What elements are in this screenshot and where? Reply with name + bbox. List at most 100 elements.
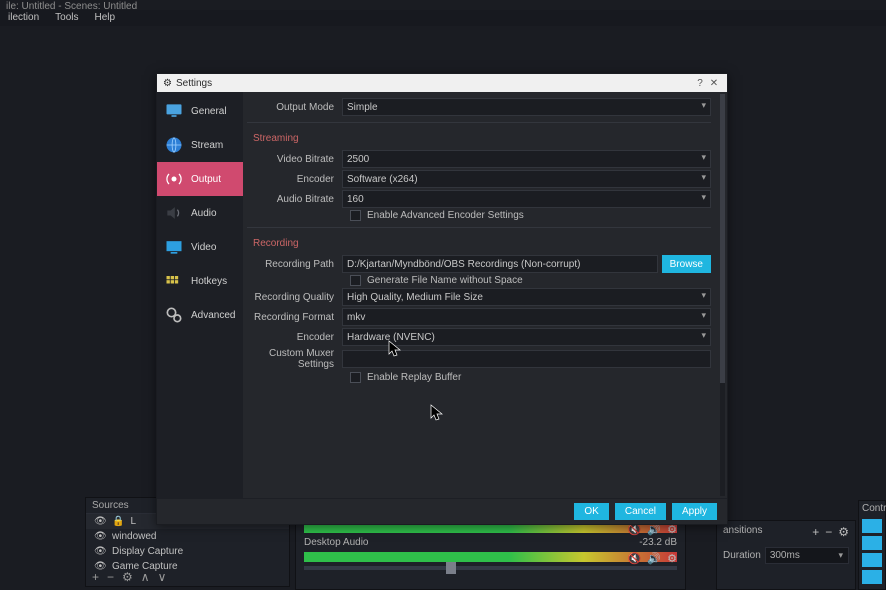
sources-footer: + − ⚙ ∧ ∨	[86, 568, 289, 586]
app-title: ile: Untitled - Scenes: Untitled	[6, 1, 137, 12]
source-up-button[interactable]: ∧	[141, 570, 150, 584]
control-button[interactable]	[862, 570, 882, 584]
settings-dialog: ⚙ Settings ? ✕ General Stream	[156, 73, 728, 525]
keyboard-icon	[163, 270, 185, 292]
recording-quality-label: Recording Quality	[247, 292, 342, 303]
remove-source-button[interactable]: −	[107, 570, 114, 584]
recording-quality-select[interactable]: High Quality, Medium File Size	[342, 288, 711, 306]
help-button[interactable]: ?	[693, 78, 707, 89]
dialog-footer: OK Cancel Apply	[157, 498, 727, 524]
separator	[247, 227, 711, 228]
visibility-icon[interactable]: 👁	[94, 546, 106, 557]
close-button[interactable]: ✕	[707, 78, 721, 89]
duration-label: Duration	[723, 550, 761, 561]
add-source-button[interactable]: +	[92, 570, 99, 584]
add-transition-button[interactable]: +	[812, 525, 819, 539]
sidebar-item-label: Stream	[191, 140, 223, 151]
advanced-encoder-label: Enable Advanced Encoder Settings	[367, 210, 524, 221]
audio-bitrate-label: Audio Bitrate	[247, 194, 342, 205]
broadcast-icon	[163, 168, 185, 190]
replay-buffer-checkbox[interactable]	[350, 372, 361, 383]
custom-muxer-input[interactable]	[342, 350, 711, 368]
menu-item[interactable]: Tools	[47, 12, 86, 24]
menu-item[interactable]: Help	[87, 12, 124, 24]
app-titlebar: ile: Untitled - Scenes: Untitled	[0, 0, 886, 10]
source-label: L	[130, 516, 136, 527]
sidebar-item-advanced[interactable]: Advanced	[157, 298, 243, 332]
scrollbar-thumb[interactable]	[720, 94, 725, 383]
visibility-icon[interactable]: 👁	[94, 516, 106, 527]
remove-transition-button[interactable]: −	[825, 525, 832, 539]
streaming-group-title: Streaming	[247, 129, 711, 148]
source-down-button[interactable]: ∨	[158, 570, 167, 584]
control-button[interactable]	[862, 553, 882, 567]
sidebar-item-label: Advanced	[191, 310, 235, 321]
control-button[interactable]	[862, 536, 882, 550]
gear-icon: ⚙	[163, 78, 172, 89]
mixer-slider[interactable]	[304, 566, 677, 570]
recording-path-input[interactable]	[342, 255, 658, 273]
source-row[interactable]: 👁 windowed	[86, 529, 289, 544]
audio-bitrate-select[interactable]: 160	[342, 190, 711, 208]
browse-button[interactable]: Browse	[662, 255, 711, 273]
lock-icon[interactable]: 🔒	[112, 516, 124, 527]
output-mode-label: Output Mode	[247, 102, 342, 113]
duration-value: 300ms	[770, 550, 800, 561]
sidebar-item-label: Output	[191, 174, 221, 185]
recording-encoder-select[interactable]: Hardware (NVENC)	[342, 328, 711, 346]
dialog-title: Settings	[176, 78, 212, 89]
mute-icon[interactable]: 🔇	[628, 552, 642, 565]
recording-path-label: Recording Path	[247, 259, 342, 270]
source-settings-button[interactable]: ⚙	[122, 570, 133, 584]
sidebar-item-hotkeys[interactable]: Hotkeys	[157, 264, 243, 298]
content-scrollbar[interactable]	[720, 94, 725, 496]
source-label: Display Capture	[112, 546, 183, 557]
mixer-track-label: Desktop Audio	[296, 535, 377, 550]
sidebar-item-stream[interactable]: Stream	[157, 128, 243, 162]
dialog-titlebar[interactable]: ⚙ Settings ? ✕	[157, 74, 727, 92]
sidebar-item-audio[interactable]: Audio	[157, 196, 243, 230]
sidebar-item-general[interactable]: General	[157, 94, 243, 128]
transitions-panel: ansitions + − ⚙ Duration 300ms	[716, 520, 856, 590]
monitor-icon	[163, 100, 185, 122]
menu-item[interactable]: ilection	[0, 12, 47, 24]
replay-buffer-label: Enable Replay Buffer	[367, 372, 461, 383]
controls-header: Contro	[859, 501, 885, 516]
mixer-readout: -23.2 dB	[631, 535, 685, 550]
source-row[interactable]: 👁 Display Capture	[86, 544, 289, 559]
generate-filename-checkbox[interactable]	[350, 275, 361, 286]
sidebar-item-video[interactable]: Video	[157, 230, 243, 264]
stream-encoder-label: Encoder	[247, 174, 342, 185]
mixer-slider-knob[interactable]	[446, 562, 456, 574]
recording-encoder-label: Encoder	[247, 332, 342, 343]
video-bitrate-label: Video Bitrate	[247, 154, 342, 165]
recording-format-label: Recording Format	[247, 312, 342, 323]
sidebar-item-label: Audio	[191, 208, 217, 219]
visibility-icon[interactable]: 👁	[94, 531, 106, 542]
globe-icon	[163, 134, 185, 156]
separator	[247, 122, 711, 123]
duration-field[interactable]: 300ms	[765, 547, 849, 564]
sidebar-item-label: General	[191, 106, 227, 117]
gear-icon[interactable]: ⚙	[667, 552, 677, 565]
apply-button[interactable]: Apply	[672, 503, 717, 520]
sidebar-item-label: Video	[191, 242, 216, 253]
settings-content: Output Mode Simple Streaming Video Bitra…	[243, 92, 727, 498]
custom-muxer-label: Custom Muxer Settings	[247, 348, 342, 370]
gear-icon[interactable]: ⚙	[838, 525, 849, 539]
stream-encoder-select[interactable]: Software (x264)	[342, 170, 711, 188]
sidebar-item-output[interactable]: Output	[157, 162, 243, 196]
video-bitrate-input[interactable]	[342, 150, 711, 168]
advanced-encoder-checkbox[interactable]	[350, 210, 361, 221]
transitions-header: ansitions	[723, 525, 762, 539]
control-button[interactable]	[862, 519, 882, 533]
recording-format-select[interactable]: mkv	[342, 308, 711, 326]
output-mode-select[interactable]: Simple	[342, 98, 711, 116]
volume-icon[interactable]: 🔊	[647, 552, 661, 565]
cancel-button[interactable]: Cancel	[615, 503, 666, 520]
ok-button[interactable]: OK	[574, 503, 608, 520]
mixer-meter	[304, 552, 677, 562]
source-label: windowed	[112, 531, 156, 542]
generate-filename-label: Generate File Name without Space	[367, 275, 523, 286]
speaker-icon	[163, 202, 185, 224]
